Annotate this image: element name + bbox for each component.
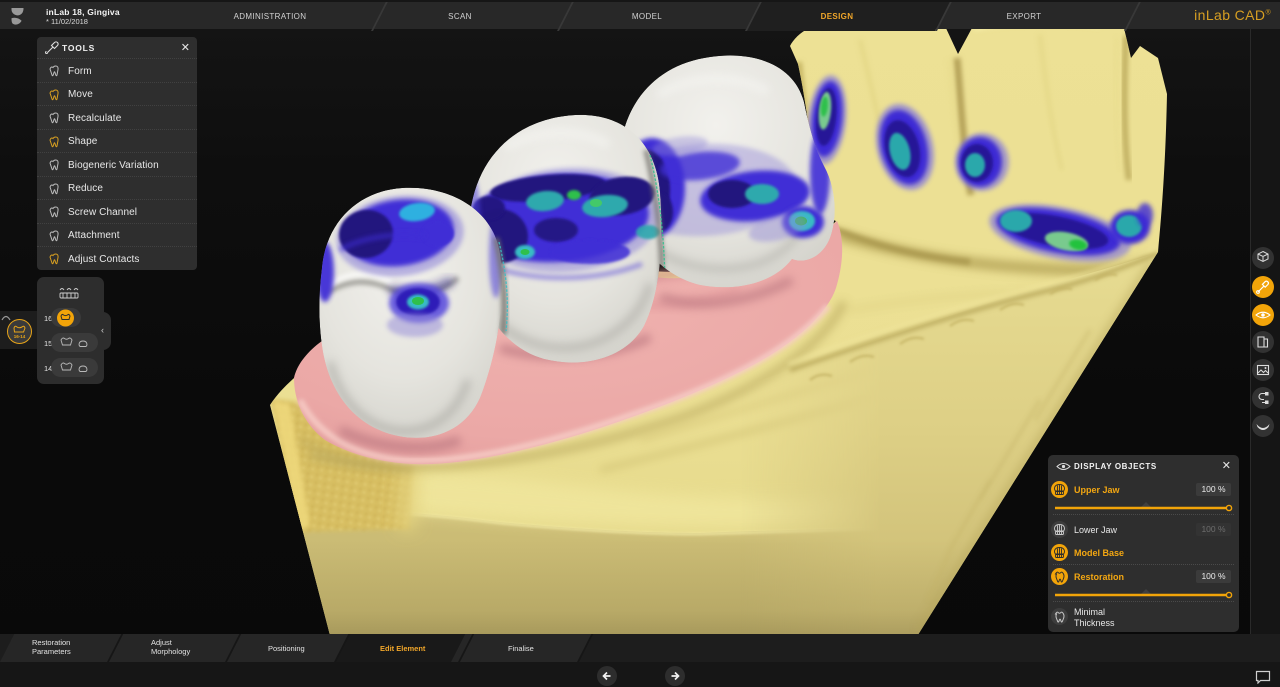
svg-text:16-14: 16-14 [14,334,26,339]
